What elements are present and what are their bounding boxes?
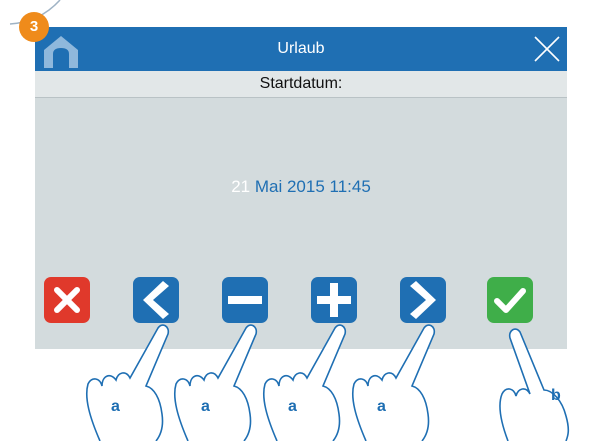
callout-arc-decoration	[9, 0, 61, 25]
minus-icon	[228, 296, 262, 304]
section-label: Startdatum:	[259, 75, 343, 92]
pointing-hand-icon	[85, 324, 170, 441]
hand-label: a	[201, 398, 210, 415]
date-day-selected: 21	[231, 177, 251, 196]
prev-button[interactable]	[133, 277, 179, 323]
section-header: Startdatum:	[35, 71, 567, 98]
chevron-right-icon	[410, 281, 436, 319]
check-icon	[494, 288, 526, 313]
confirm-button[interactable]	[487, 277, 533, 323]
date-time-rest: Mai 2015 11:45	[254, 177, 371, 196]
pointing-hand-icon	[499, 328, 570, 441]
hand-label: a	[377, 398, 386, 415]
cancel-button[interactable]	[44, 277, 90, 323]
pointing-hand-icon	[173, 324, 258, 441]
pointing-hand-icon	[351, 324, 436, 441]
step-badge: 3	[19, 12, 49, 42]
window-title: Urlaub	[277, 40, 325, 57]
decrease-button[interactable]	[222, 277, 268, 323]
increase-button[interactable]	[311, 277, 357, 323]
hand-label: a	[111, 398, 120, 415]
cross-icon	[54, 287, 80, 313]
date-time-display: 21 Mai 2015 11:45	[35, 177, 567, 197]
next-button[interactable]	[400, 277, 446, 323]
device-screen: Urlaub Startdatum: 21 Mai 2015 11:45	[35, 27, 567, 349]
chevron-left-icon	[143, 281, 169, 319]
close-icon[interactable]	[533, 35, 561, 63]
title-bar: Urlaub	[35, 27, 567, 71]
hand-label: b	[551, 387, 561, 404]
hand-label: a	[288, 398, 297, 415]
pointing-hand-icon	[262, 324, 347, 441]
plus-icon	[317, 283, 351, 317]
